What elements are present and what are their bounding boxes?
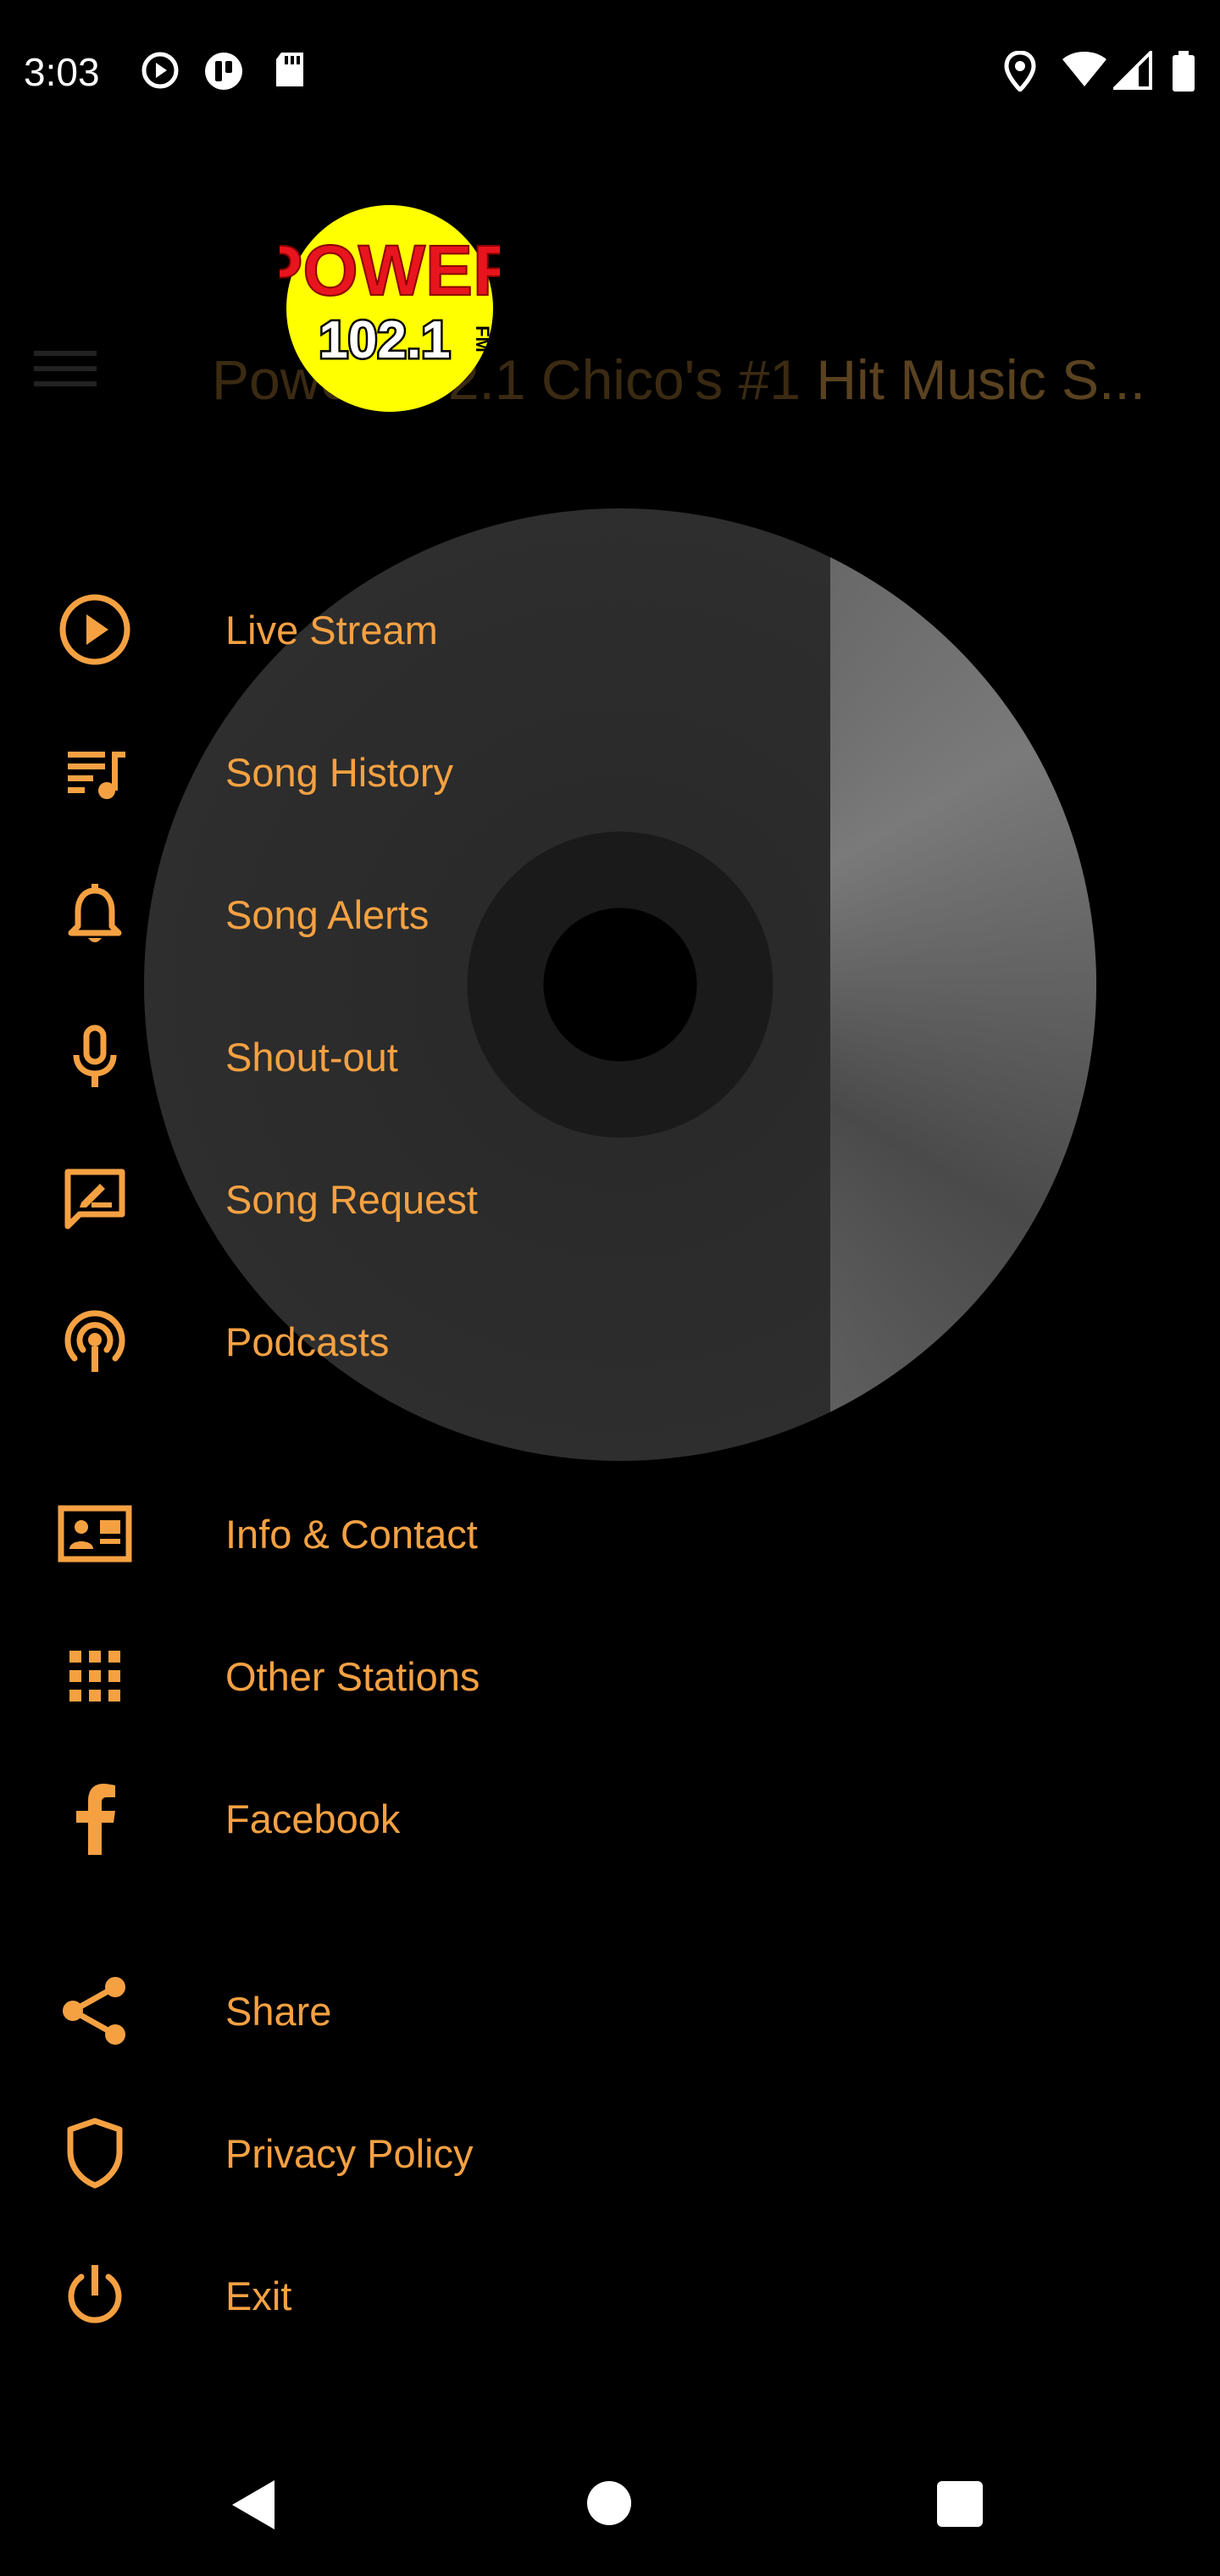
menu-item-song-history[interactable]: Song History: [0, 708, 830, 836]
battery-icon: [1173, 51, 1195, 92]
station-logo: POWER 102.1 FM: [280, 205, 500, 412]
menu-item-label: Song Request: [225, 1176, 478, 1222]
menu-item-other-stations[interactable]: Other Stations: [0, 1613, 830, 1740]
menu-item-label: Song History: [225, 749, 454, 795]
menu-item-info-contact[interactable]: Info & Contact: [0, 1470, 830, 1597]
menu-item-privacy-policy[interactable]: Privacy Policy: [0, 2090, 830, 2217]
request-message-icon: [56, 1160, 134, 1238]
menu-item-share[interactable]: Share: [0, 1947, 830, 2074]
shield-icon: [56, 2114, 134, 2192]
menu-item-facebook[interactable]: Facebook: [0, 1755, 830, 1882]
podcast-icon: [56, 1302, 134, 1380]
playlist-icon: [56, 733, 134, 811]
menu-item-label: Shout-out: [225, 1034, 398, 1080]
menu-item-label: Privacy Policy: [225, 2130, 474, 2176]
app-title-bright: Hit Music S...: [816, 348, 1146, 411]
disc-artwork-highlight: [830, 508, 1101, 1461]
wifi-icon: [1062, 52, 1106, 86]
share-icon: [56, 1972, 134, 2050]
signal-icon: [1113, 51, 1152, 90]
power-icon: [56, 2257, 134, 2334]
menu-item-label: Song Alerts: [225, 891, 430, 937]
microphone-icon: [56, 1018, 134, 1096]
home-icon[interactable]: [587, 2481, 631, 2525]
menu-item-label: Podcasts: [225, 1319, 390, 1364]
logo-frequency: 102.1: [319, 311, 450, 369]
menu-item-live-stream[interactable]: Live Stream: [0, 566, 830, 693]
bell-icon: [56, 875, 134, 953]
menu-item-label: Info & Contact: [225, 1511, 478, 1557]
menu-item-song-request[interactable]: Song Request: [0, 1135, 830, 1263]
location-icon: [1004, 51, 1036, 92]
play-circle-icon: [56, 591, 134, 669]
menu-item-shout-out[interactable]: Shout-out: [0, 993, 830, 1120]
menu-item-podcasts[interactable]: Podcasts: [0, 1278, 830, 1405]
grid-icon: [56, 1637, 134, 1715]
recents-icon[interactable]: [937, 2481, 983, 2527]
menu-item-label: Facebook: [225, 1796, 401, 1841]
menu-item-label: Exit: [225, 2273, 292, 2318]
logo-band: FM: [472, 325, 493, 353]
contact-card-icon: [56, 1495, 134, 1573]
menu-item-label: Share: [225, 1988, 332, 2034]
menu-item-label: Other Stations: [225, 1653, 480, 1699]
navigation-drawer: POWER 102.1 FM Live Stream Song History: [0, 0, 830, 2576]
facebook-icon: [56, 1779, 134, 1857]
menu-item-label: Live Stream: [225, 607, 438, 652]
back-icon[interactable]: [229, 2479, 276, 2531]
menu-item-song-alerts[interactable]: Song Alerts: [0, 851, 830, 978]
logo-brand: POWER: [280, 230, 500, 310]
menu-item-exit[interactable]: Exit: [0, 2232, 830, 2359]
